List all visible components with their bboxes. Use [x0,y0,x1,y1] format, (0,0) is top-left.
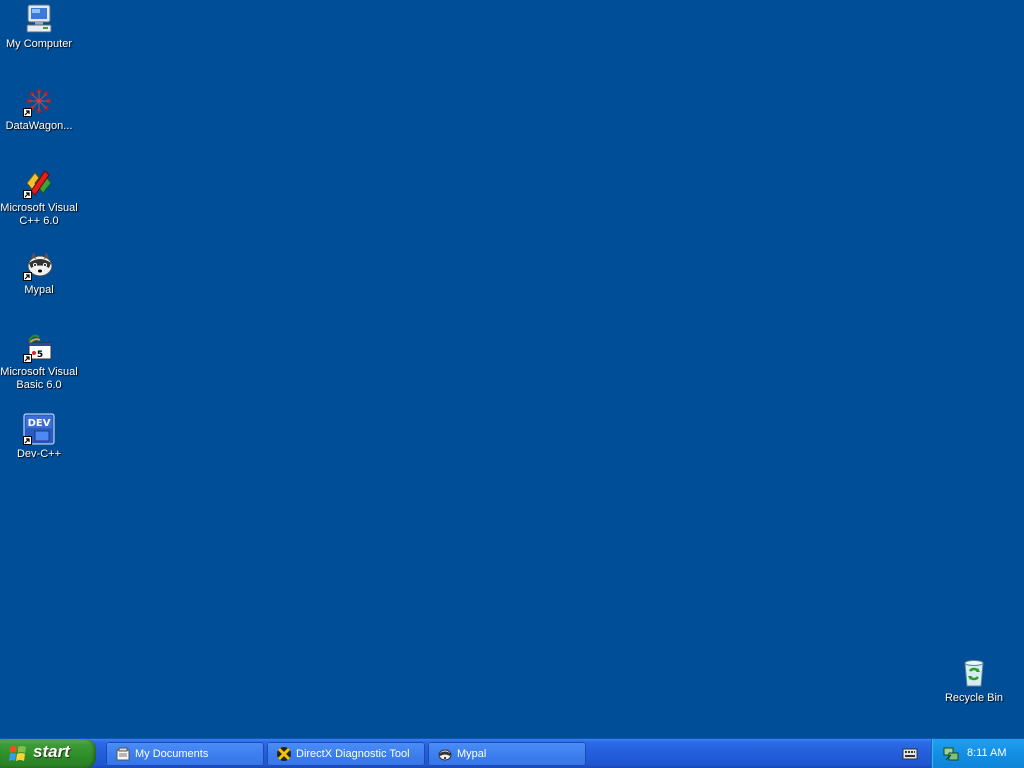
svg-text:DEV: DEV [28,418,51,429]
network-icon[interactable] [943,746,959,762]
desktop-icon-label: Microsoft Visual Basic 6.0 [0,366,78,391]
task-button-directx[interactable]: DirectX Diagnostic Tool [267,742,425,766]
desktop-icon-label: Mypal [24,284,54,296]
my-computer-icon [23,3,55,35]
visual-cpp-icon [23,167,55,199]
desktop-icon-visual-basic[interactable]: 5 Microsoft Visual Basic 6.0 [0,331,78,392]
shortcut-arrow-icon [23,108,32,117]
task-button-label: DirectX Diagnostic Tool [296,748,410,760]
desktop-icon-visual-cpp[interactable]: Microsoft Visual C++ 6.0 [0,167,78,228]
desktop-icon-label: DataWagon... [5,120,73,132]
start-button-label: start [33,742,70,761]
start-button[interactable]: start [0,739,96,768]
shortcut-arrow-icon [23,436,32,445]
desktop[interactable]: My Computer DataWagon... Microsoft Visua… [0,0,1024,738]
desktop-icon-label: My Computer [5,38,73,50]
task-button-mypal[interactable]: Mypal [428,742,586,766]
keyboard-icon[interactable] [902,747,918,761]
desktop-icon-datawagon[interactable]: DataWagon... [0,85,78,133]
folder-icon [115,746,131,762]
mypal-icon [437,746,453,762]
clock[interactable]: 8:11 AM [967,747,1007,759]
desktop-icon-label: Recycle Bin [944,692,1004,704]
task-button-label: My Documents [135,748,209,760]
shortcut-arrow-icon [23,272,32,281]
system-tray: 8:11 AM [931,739,1024,768]
taskbar: start My Documents DirectX Diagnostic To… [0,738,1024,768]
visual-basic-icon: 5 [23,331,55,363]
datawagon-icon [23,85,55,117]
mypal-icon [23,249,55,281]
desktop-icon-my-computer[interactable]: My Computer [0,3,78,51]
desktop-icon-recycle-bin[interactable]: Recycle Bin [935,657,1013,705]
desktop-icon-dev-cpp[interactable]: DEV Dev-C++ [0,413,78,461]
task-button-my-documents[interactable]: My Documents [106,742,264,766]
shortcut-arrow-icon [23,190,32,199]
directx-icon [276,746,292,762]
recycle-bin-icon [958,657,990,689]
windows-logo-icon [9,745,27,763]
dev-cpp-icon: DEV [23,413,55,445]
task-button-label: Mypal [457,748,487,760]
desktop-icon-label: Dev-C++ [16,448,62,460]
svg-text:5: 5 [37,350,43,360]
desktop-icon-mypal[interactable]: Mypal [0,249,78,297]
desktop-icon-label: Microsoft Visual C++ 6.0 [0,202,78,227]
shortcut-arrow-icon [23,354,32,363]
